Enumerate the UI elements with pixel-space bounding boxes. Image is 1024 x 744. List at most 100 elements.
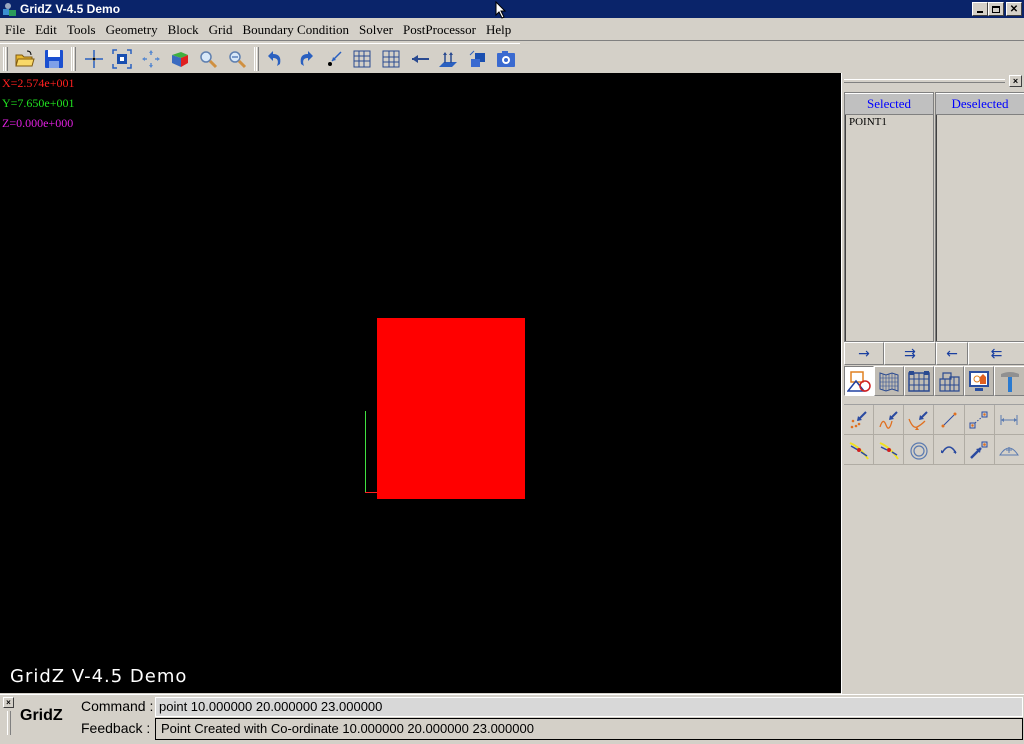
- measure-distance-button[interactable]: [994, 405, 1024, 435]
- menu-boundary-condition[interactable]: Boundary Condition: [238, 22, 355, 38]
- point-translate-icon: [969, 411, 988, 428]
- fit-view-button[interactable]: [108, 45, 137, 73]
- list-item[interactable]: POINT1: [849, 116, 930, 128]
- copy-block-icon: [469, 50, 486, 67]
- minimize-button[interactable]: [972, 2, 988, 16]
- screenshot-button[interactable]: [491, 45, 520, 73]
- menu-postprocessor[interactable]: PostProcessor: [398, 22, 481, 38]
- close-icon: ✕: [1009, 3, 1019, 15]
- grid-button[interactable]: [348, 45, 377, 73]
- display-mode-tab[interactable]: [964, 366, 994, 396]
- hammer-tools-icon: [1000, 372, 1019, 392]
- move-selected-right-button[interactable]: →: [844, 342, 884, 365]
- menu-geometry[interactable]: Geometry: [101, 22, 163, 38]
- arrow-right-icon: →: [858, 345, 870, 362]
- pick-point-button[interactable]: [319, 45, 348, 73]
- feedback-label: Feedback :: [81, 720, 151, 736]
- project-point-icon: [970, 441, 988, 459]
- rotate-point-button[interactable]: [934, 435, 965, 465]
- deselected-header: Deselected: [936, 93, 1024, 115]
- save-icon: [44, 49, 63, 68]
- red-block-shape[interactable]: [377, 318, 525, 499]
- menu-grid[interactable]: Grid: [204, 22, 238, 38]
- fit-view-icon: [112, 48, 132, 69]
- move-all-right-button[interactable]: ⇉: [884, 342, 936, 365]
- zoom-in-icon: [200, 50, 218, 68]
- grid-alt-icon: [382, 50, 400, 67]
- mouse-cursor-icon: [495, 1, 507, 19]
- close-button[interactable]: ✕: [1006, 2, 1022, 16]
- toolbar-grip[interactable]: [71, 46, 77, 71]
- redo-icon: [300, 50, 314, 66]
- grid-icon: [353, 50, 371, 67]
- point-on-curve-button[interactable]: [874, 405, 905, 435]
- graphics-viewport[interactable]: X=2.574e+001 Y=7.650e+001 Z=0.000e+000 G…: [0, 73, 841, 693]
- panel-grip[interactable]: [844, 79, 1005, 83]
- toolbar-grip[interactable]: [254, 46, 260, 71]
- menu-edit[interactable]: Edit: [30, 22, 62, 38]
- geometry-tools-grid: [844, 404, 1024, 465]
- panel-close-button[interactable]: ×: [1009, 75, 1022, 87]
- tools-mode-tab[interactable]: [994, 366, 1024, 396]
- command-bar-grip[interactable]: [7, 711, 11, 735]
- pick-point-icon: [327, 50, 342, 66]
- geometry-mode-tab[interactable]: [844, 366, 874, 396]
- x-axis-indicator: [365, 492, 377, 493]
- grid-alt-button[interactable]: [377, 45, 406, 73]
- save-button[interactable]: [40, 45, 69, 73]
- arrow-left-icon: [411, 54, 429, 63]
- window-title: GridZ V-4.5 Demo: [20, 2, 121, 16]
- point-translate-button[interactable]: [964, 405, 995, 435]
- block-mode-tab[interactable]: [904, 366, 934, 396]
- surface-normals-button[interactable]: [434, 45, 463, 73]
- curve-intersect-alt-button[interactable]: [874, 435, 905, 465]
- surface-mesh-icon: [879, 372, 899, 392]
- selected-list[interactable]: Selected POINT1: [844, 92, 934, 342]
- minimize-icon: [977, 11, 983, 13]
- camera-icon: [496, 50, 515, 67]
- arrow-left-button[interactable]: [405, 45, 434, 73]
- surface-mesh-tab[interactable]: [874, 366, 904, 396]
- restore-button[interactable]: [988, 2, 1004, 16]
- arc-point-button[interactable]: [994, 435, 1024, 465]
- point-on-curve-icon: [879, 410, 898, 429]
- point-intersection-button[interactable]: [904, 405, 935, 435]
- selection-panel: × Selected POINT1 Deselected → ⇉ ← ⇇: [841, 73, 1024, 694]
- zoom-in-button[interactable]: [194, 45, 223, 73]
- selected-header: Selected: [845, 93, 933, 115]
- arrow-left-icon: ←: [946, 345, 958, 362]
- deselected-list[interactable]: Deselected: [935, 92, 1024, 342]
- close-icon: ×: [1012, 76, 1019, 86]
- menu-help[interactable]: Help: [481, 22, 516, 38]
- menu-tools[interactable]: Tools: [62, 22, 101, 38]
- double-arrow-left-icon: ⇇: [990, 345, 1003, 362]
- move-all-left-button[interactable]: ⇇: [968, 342, 1024, 365]
- grid-blocks-tab[interactable]: [934, 366, 964, 396]
- toolbar-grip[interactable]: [3, 46, 8, 71]
- command-bar-close-button[interactable]: ×: [3, 697, 14, 708]
- move-icon: [141, 49, 160, 68]
- point-from-points-button[interactable]: [844, 405, 875, 435]
- circle-center-icon: [910, 441, 928, 460]
- move-selected-left-button[interactable]: ←: [936, 342, 968, 365]
- redo-button[interactable]: [291, 45, 320, 73]
- menu-solver[interactable]: Solver: [354, 22, 398, 38]
- undo-button[interactable]: [262, 45, 291, 73]
- render-button[interactable]: [165, 45, 194, 73]
- command-input[interactable]: point 10.000000 20.000000 23.000000: [155, 697, 1023, 717]
- command-bar: × GridZ Command : point 10.000000 20.000…: [0, 694, 1024, 744]
- project-point-button[interactable]: [964, 435, 995, 465]
- copy-block-button[interactable]: [463, 45, 492, 73]
- menu-file[interactable]: File: [0, 22, 30, 38]
- open-button[interactable]: [11, 45, 40, 73]
- point-by-distance-button[interactable]: [934, 405, 965, 435]
- measure-distance-icon: [1000, 414, 1018, 425]
- curve-intersect-button[interactable]: [844, 435, 875, 465]
- double-arrow-right-icon: ⇉: [904, 345, 916, 362]
- zoom-out-button[interactable]: [223, 45, 252, 73]
- menu-block[interactable]: Block: [163, 22, 204, 38]
- surface-normals-icon: [439, 51, 458, 67]
- move-button[interactable]: [137, 45, 166, 73]
- pan-button[interactable]: [79, 45, 108, 73]
- circle-center-button[interactable]: [904, 435, 935, 465]
